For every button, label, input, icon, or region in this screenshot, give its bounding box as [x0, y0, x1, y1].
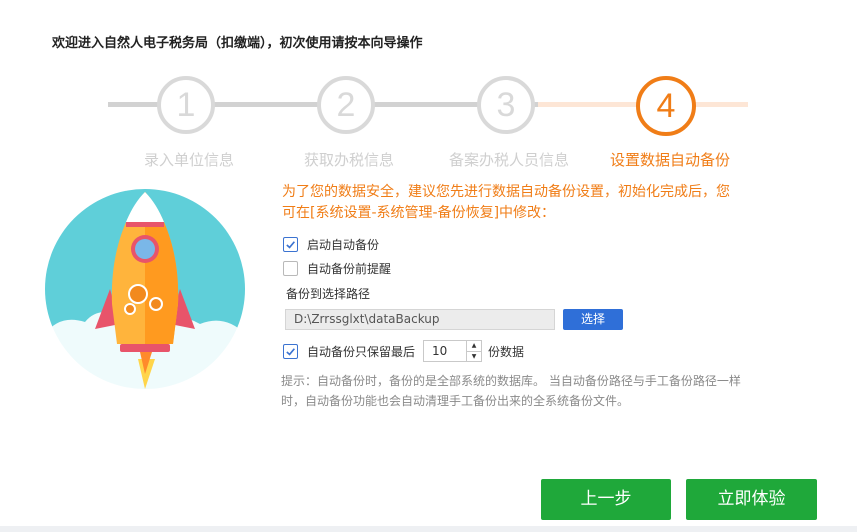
retain-backups-checkbox[interactable]	[283, 343, 298, 359]
step-3-circle: 3	[477, 76, 535, 134]
stepper-down-icon[interactable]: ▼	[467, 350, 482, 362]
backup-reminder-checkbox[interactable]	[283, 261, 298, 276]
step-1-circle: 1	[157, 76, 215, 134]
rocket-illustration	[40, 184, 250, 394]
backup-path-label: 备份到选择路径	[286, 287, 371, 301]
step-indicator: 1 2 3 4 录入单位信息 获取办税信息 备案办税人员信息 设置数据自动备份	[0, 0, 857, 180]
start-now-button[interactable]: 立即体验	[686, 479, 817, 520]
stepper-up-icon[interactable]: ▲	[467, 341, 481, 351]
choose-path-button[interactable]: 选择	[563, 309, 623, 330]
backup-intro-text: 为了您的数据安全，建议您先进行数据自动备份设置，初始化完成后，您可在[系统设置-…	[282, 184, 730, 221]
step-1-label: 录入单位信息	[143, 151, 235, 169]
step-3-label: 备案办税人员信息	[448, 151, 570, 169]
backup-tip-text: 提示：自动备份时，备份的是全部系统的数据库。 当自动备份路径与手工备份路径一样时…	[281, 374, 741, 408]
auto-backup-option[interactable]: 启动自动备份	[283, 236, 379, 253]
backup-reminder-label: 自动备份前提醒	[307, 262, 392, 276]
step-4-circle: 4	[636, 76, 696, 136]
step-2-label: 获取办税信息	[303, 151, 395, 169]
step-2-circle: 2	[317, 76, 375, 134]
retain-suffix-label: 份数据	[488, 344, 525, 359]
retain-backups-option: 自动备份只保留最后 10 ▲ ▼ 份数据	[283, 340, 524, 362]
checkmark-icon	[286, 347, 295, 356]
previous-step-button[interactable]: 上一步	[541, 479, 671, 520]
retain-count-input[interactable]: 10	[423, 340, 468, 362]
retain-count-stepper[interactable]: ▲ ▼	[467, 340, 483, 362]
checkmark-icon	[286, 241, 295, 249]
backup-reminder-option[interactable]: 自动备份前提醒	[283, 260, 391, 277]
window-bottom-edge	[0, 526, 857, 532]
auto-backup-label: 启动自动备份	[307, 238, 380, 252]
retain-prefix-label: 自动备份只保留最后	[307, 344, 416, 359]
auto-backup-checkbox[interactable]	[283, 237, 298, 252]
backup-path-field[interactable]: D:\Zrrssglxt\dataBackup	[285, 309, 555, 330]
step-4-label: 设置数据自动备份	[609, 151, 731, 169]
